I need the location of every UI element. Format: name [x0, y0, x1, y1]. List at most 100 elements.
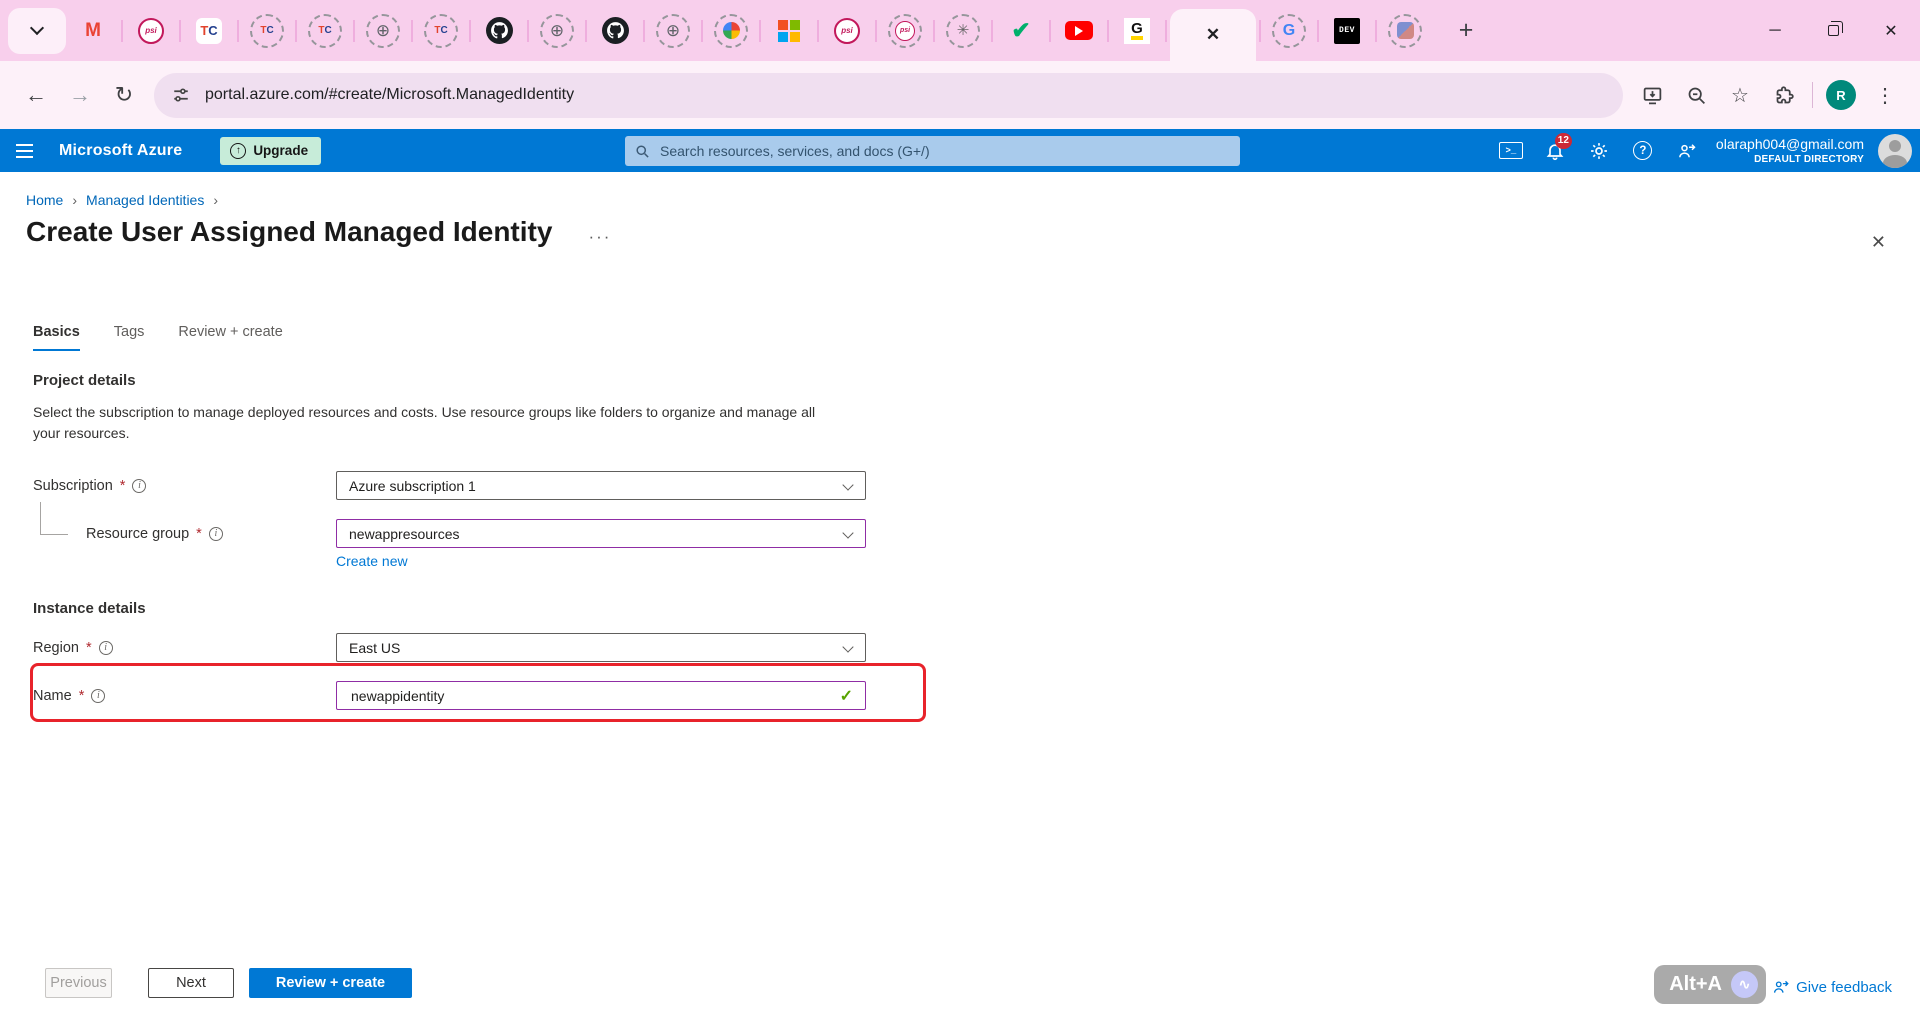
browser-tab-gmail[interactable]: M	[68, 9, 118, 53]
zoom-out-icon[interactable]	[1675, 74, 1717, 116]
feedback-icon[interactable]	[1668, 132, 1706, 170]
account-info[interactable]: olaraph004@gmail.com DEFAULT DIRECTORY	[1716, 135, 1864, 166]
openai-icon: ✳	[956, 22, 970, 39]
tab-separator	[1259, 19, 1261, 42]
youtube-icon	[1065, 21, 1093, 40]
cloud-shell-icon[interactable]: >_	[1492, 132, 1530, 170]
give-feedback-link[interactable]: Give feedback	[1772, 978, 1892, 996]
window-close-button[interactable]: ✕	[1862, 0, 1920, 61]
browser-tab-active[interactable]: ✕	[1170, 9, 1256, 61]
profile-avatar[interactable]: R	[1820, 74, 1862, 116]
region-dropdown[interactable]: East US	[336, 633, 866, 662]
name-input[interactable]	[349, 686, 853, 705]
tc-logo-icon: TC	[196, 17, 222, 44]
window-minimize-button[interactable]: ─	[1746, 0, 1804, 61]
info-icon[interactable]: i	[132, 478, 147, 493]
back-button[interactable]: ←	[14, 73, 58, 117]
toolbar-divider	[1812, 82, 1813, 108]
breadcrumb-managed-identities[interactable]: Managed Identities	[86, 192, 204, 208]
browser-tab-psi[interactable]: psi	[822, 9, 872, 53]
app-logo-icon	[1396, 22, 1414, 39]
subscription-dropdown[interactable]: Azure subscription 1	[336, 471, 866, 500]
window-controls: ─ ✕	[1746, 0, 1920, 61]
chevron-right-icon: ›	[72, 192, 78, 208]
browser-tab-psi-dashed[interactable]: psi	[880, 9, 930, 53]
new-tab-button[interactable]: +	[1446, 16, 1486, 45]
search-icon	[635, 144, 650, 159]
browser-tab-globe-dashed[interactable]: ⊕	[358, 9, 408, 53]
browser-tab-tc[interactable]: TC	[184, 9, 234, 53]
browser-tab-globe-dashed[interactable]: ⊕	[648, 9, 698, 53]
browser-tab-check[interactable]: ✔	[996, 9, 1046, 53]
hamburger-menu-icon[interactable]	[16, 143, 33, 158]
settings-gear-icon[interactable]	[1580, 132, 1618, 170]
azure-search-input[interactable]	[658, 142, 1230, 160]
browser-tab-psi[interactable]: psi	[126, 9, 176, 53]
browser-tab-g-highlight[interactable]: G	[1112, 9, 1162, 53]
browser-tab-tc-dashed[interactable]: TC	[416, 9, 466, 53]
previous-button[interactable]: Previous	[45, 968, 112, 998]
browser-tab-globe-dashed[interactable]: ⊕	[532, 9, 582, 53]
close-blade-icon[interactable]: ✕	[1871, 232, 1886, 253]
browser-tab-youtube[interactable]	[1054, 9, 1104, 53]
browser-tab-openai-dashed[interactable]: ✳	[938, 9, 988, 53]
info-icon[interactable]: i	[98, 640, 113, 655]
browser-tab-tc-dashed[interactable]: TC	[242, 9, 292, 53]
notification-count-badge: 12	[1554, 132, 1572, 149]
dashed-ring: ⊕	[540, 13, 574, 48]
browser-tab-github[interactable]	[474, 9, 524, 53]
tab-separator	[933, 19, 935, 42]
tab-basics[interactable]: Basics	[33, 324, 80, 351]
bookmark-star-icon[interactable]: ☆	[1719, 74, 1761, 116]
browser-tab-tc-dashed[interactable]: TC	[300, 9, 350, 53]
create-new-link[interactable]: Create new	[336, 553, 408, 569]
close-icon[interactable]: ✕	[1206, 25, 1220, 45]
help-icon[interactable]: ?	[1624, 132, 1662, 170]
browser-tab-logo-dashed[interactable]	[1380, 9, 1430, 53]
reload-button[interactable]: ↻	[102, 73, 146, 117]
next-button[interactable]: Next	[148, 968, 234, 998]
more-options-icon[interactable]: ···	[588, 217, 611, 247]
install-app-icon[interactable]	[1631, 74, 1673, 116]
upgrade-button[interactable]: ↑ Upgrade	[220, 136, 322, 165]
resource-group-dropdown[interactable]: newappresources	[336, 519, 866, 548]
feedback-person-icon	[1774, 980, 1789, 993]
tab-separator	[1375, 19, 1377, 42]
browser-tab-microsoft[interactable]	[764, 9, 814, 53]
tc-logo-icon: TC	[260, 25, 274, 36]
tab-separator	[759, 19, 761, 42]
tab-tags[interactable]: Tags	[114, 324, 145, 351]
info-icon[interactable]: i	[208, 526, 223, 541]
github-icon	[485, 17, 513, 44]
info-icon[interactable]: i	[91, 688, 106, 703]
browser-tab-google-dashed[interactable]: G	[1264, 9, 1314, 53]
tab-search-button[interactable]	[8, 7, 66, 54]
forward-button[interactable]: →	[58, 73, 102, 117]
tab-separator	[817, 19, 819, 42]
microsoft-icon	[778, 19, 800, 42]
extensions-icon[interactable]	[1763, 74, 1805, 116]
browser-tab-dev[interactable]: DEV	[1322, 9, 1372, 53]
tab-review-create[interactable]: Review + create	[178, 324, 282, 351]
review-create-button[interactable]: Review + create	[249, 968, 412, 998]
tc-logo-icon: TC	[434, 25, 448, 36]
breadcrumb-home[interactable]: Home	[26, 192, 63, 208]
address-bar[interactable]	[154, 72, 1623, 118]
browser-menu-icon[interactable]: ⋮	[1864, 74, 1906, 116]
notifications-bell-icon[interactable]: 12	[1536, 132, 1574, 170]
browser-tab-github[interactable]	[590, 9, 640, 53]
azure-search-bar[interactable]	[625, 136, 1240, 166]
github-icon	[601, 17, 629, 44]
site-settings-icon[interactable]	[172, 86, 190, 104]
url-input[interactable]	[203, 85, 1605, 105]
browser-tab-colorwheel-dashed[interactable]	[706, 9, 756, 53]
account-email: olaraph004@gmail.com	[1715, 135, 1864, 152]
window-restore-button[interactable]	[1804, 0, 1862, 61]
dashed-ring	[714, 13, 748, 48]
dashed-ring: ⊕	[366, 13, 400, 48]
page-title: Create User Assigned Managed Identity	[26, 216, 553, 247]
tab-separator	[527, 19, 529, 42]
account-avatar[interactable]	[1878, 133, 1912, 168]
azure-brand[interactable]: Microsoft Azure	[59, 142, 182, 160]
tab-separator	[411, 19, 413, 42]
